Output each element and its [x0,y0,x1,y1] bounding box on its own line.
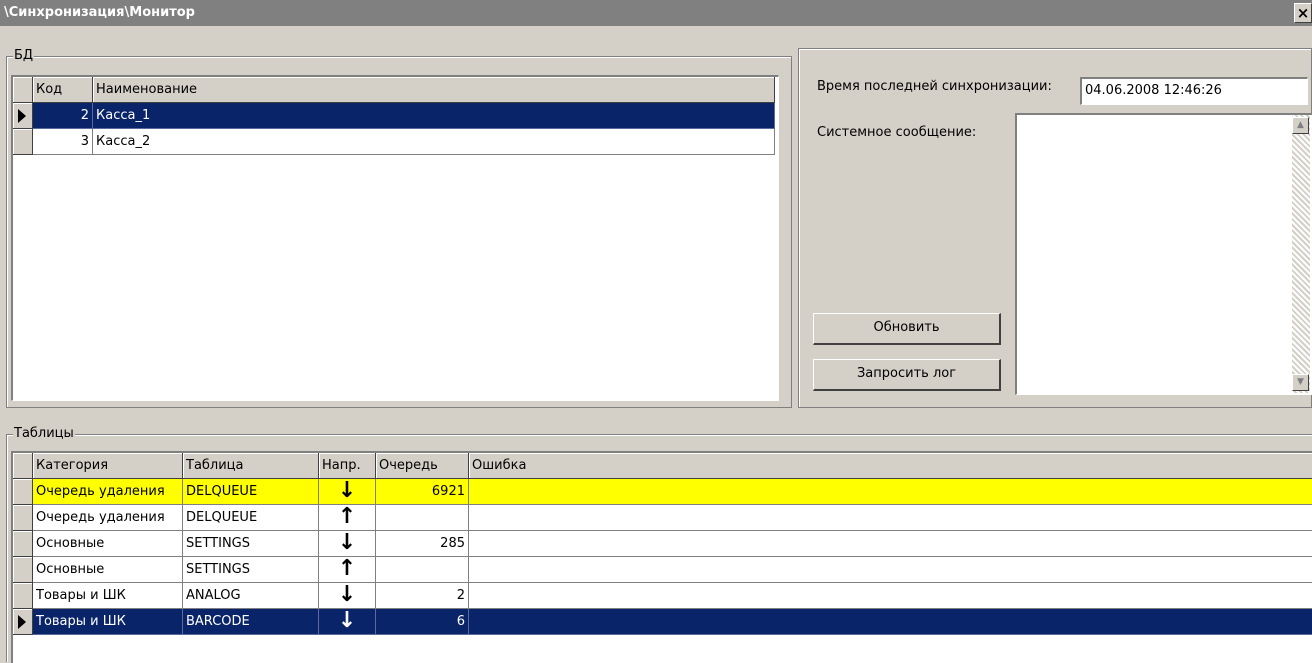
row-indicator [13,103,33,129]
column-header-name[interactable]: Наименование [93,77,775,103]
sync-panel: Время последней синхронизации: 04.06.200… [798,48,1312,408]
close-icon: × [1296,4,1310,22]
direction-cell[interactable]: ↓ [319,583,376,609]
error-cell[interactable] [469,609,1312,635]
db-groupbox: БД Код Наименование 2 Касса_1 3 Касса_2 [6,48,792,408]
direction-cell[interactable]: ↓ [319,609,376,635]
refresh-button[interactable]: Обновить [813,313,1001,345]
scroll-up-icon[interactable]: ▲ [1292,117,1309,134]
db-code-cell[interactable]: 2 [33,103,93,129]
direction-cell[interactable]: ↓ [319,531,376,557]
system-message-field[interactable] [1015,113,1312,395]
db-group-label: БД [13,48,35,64]
db-name-cell[interactable]: Касса_2 [93,129,775,155]
table-row[interactable]: Очередь удаления DELQUEUE ↑ [13,505,1312,531]
row-indicator [13,505,33,531]
column-header-direction[interactable]: Напр. [319,453,376,479]
table-name-cell[interactable]: ANALOG [183,583,319,609]
column-header-error[interactable]: Ошибка [469,453,1312,479]
db-grid[interactable]: Код Наименование 2 Касса_1 3 Касса_2 [11,75,779,401]
row-indicator [13,583,33,609]
db-grid-header: Код Наименование [13,77,778,103]
category-cell[interactable]: Основные [33,531,183,557]
column-header-queue[interactable]: Очередь [376,453,469,479]
request-log-button[interactable]: Запросить лог [813,359,1001,391]
window-title: \Синхронизация\Монитор [4,5,195,20]
queue-cell[interactable]: 2 [376,583,469,609]
db-code-cell[interactable]: 3 [33,129,93,155]
table-name-cell[interactable]: DELQUEUE [183,479,319,505]
last-sync-label: Время последней синхронизации: [817,79,1052,94]
down-arrow-icon: ↓ [337,531,357,555]
category-cell[interactable]: Очередь удаления [33,505,183,531]
queue-cell[interactable] [376,505,469,531]
table-name-cell[interactable]: DELQUEUE [183,505,319,531]
up-arrow-icon: ↑ [337,557,357,581]
column-header-table[interactable]: Таблица [183,453,319,479]
system-message-scrollbar[interactable]: ▲ ▼ [1292,115,1310,393]
table-name-cell[interactable]: SETTINGS [183,531,319,557]
table-row[interactable]: Товары и ШК ANALOG ↓ 2 [13,583,1312,609]
down-arrow-icon: ↓ [337,479,357,503]
table-name-cell[interactable]: SETTINGS [183,557,319,583]
row-indicator [13,609,33,635]
table-row[interactable]: Основные SETTINGS ↑ [13,557,1312,583]
table-row[interactable]: Основные SETTINGS ↓ 285 [13,531,1312,557]
down-arrow-icon: ↓ [337,583,357,607]
table-name-cell[interactable]: BARCODE [183,609,319,635]
row-indicator [13,557,33,583]
row-indicator [13,479,33,505]
down-arrow-icon: ↓ [337,609,357,633]
tables-groupbox: Таблицы Категория Таблица Напр. Очередь … [6,426,1312,663]
db-row[interactable]: 2 Касса_1 [13,103,778,129]
header-indicator-cell [13,77,33,103]
tables-grid[interactable]: Категория Таблица Напр. Очередь Ошибка О… [11,451,1312,663]
column-header-category[interactable]: Категория [33,453,183,479]
row-indicator [13,531,33,557]
error-cell[interactable] [469,531,1312,557]
category-cell[interactable]: Товары и ШК [33,583,183,609]
db-row[interactable]: 3 Касса_2 [13,129,778,155]
category-cell[interactable]: Основные [33,557,183,583]
tables-group-label: Таблицы [13,426,75,442]
error-cell[interactable] [469,583,1312,609]
current-row-icon [18,109,26,123]
queue-cell[interactable]: 6 [376,609,469,635]
system-message-label: Системное сообщение: [817,125,977,140]
table-row[interactable]: Очередь удаления DELQUEUE ↓ 6921 [13,479,1312,505]
tables-grid-header: Категория Таблица Напр. Очередь Ошибка [13,453,1312,479]
row-indicator [13,129,33,155]
title-bar: \Синхронизация\Монитор × [0,0,1312,26]
db-name-cell[interactable]: Касса_1 [93,103,775,129]
queue-cell[interactable]: 6921 [376,479,469,505]
up-arrow-icon: ↑ [337,505,357,529]
column-header-code[interactable]: Код [33,77,93,103]
queue-cell[interactable] [376,557,469,583]
close-button[interactable]: × [1294,3,1312,23]
error-cell[interactable] [469,479,1312,505]
direction-cell[interactable]: ↑ [319,505,376,531]
current-row-icon [18,615,26,629]
last-sync-field[interactable]: 04.06.2008 12:46:26 [1080,77,1308,105]
table-row[interactable]: Товары и ШК BARCODE ↓ 6 [13,609,1312,635]
category-cell[interactable]: Товары и ШК [33,609,183,635]
direction-cell[interactable]: ↑ [319,557,376,583]
error-cell[interactable] [469,505,1312,531]
scroll-down-icon[interactable]: ▼ [1292,374,1309,391]
direction-cell[interactable]: ↓ [319,479,376,505]
header-indicator-cell [13,453,33,479]
queue-cell[interactable]: 285 [376,531,469,557]
category-cell[interactable]: Очередь удаления [33,479,183,505]
error-cell[interactable] [469,557,1312,583]
